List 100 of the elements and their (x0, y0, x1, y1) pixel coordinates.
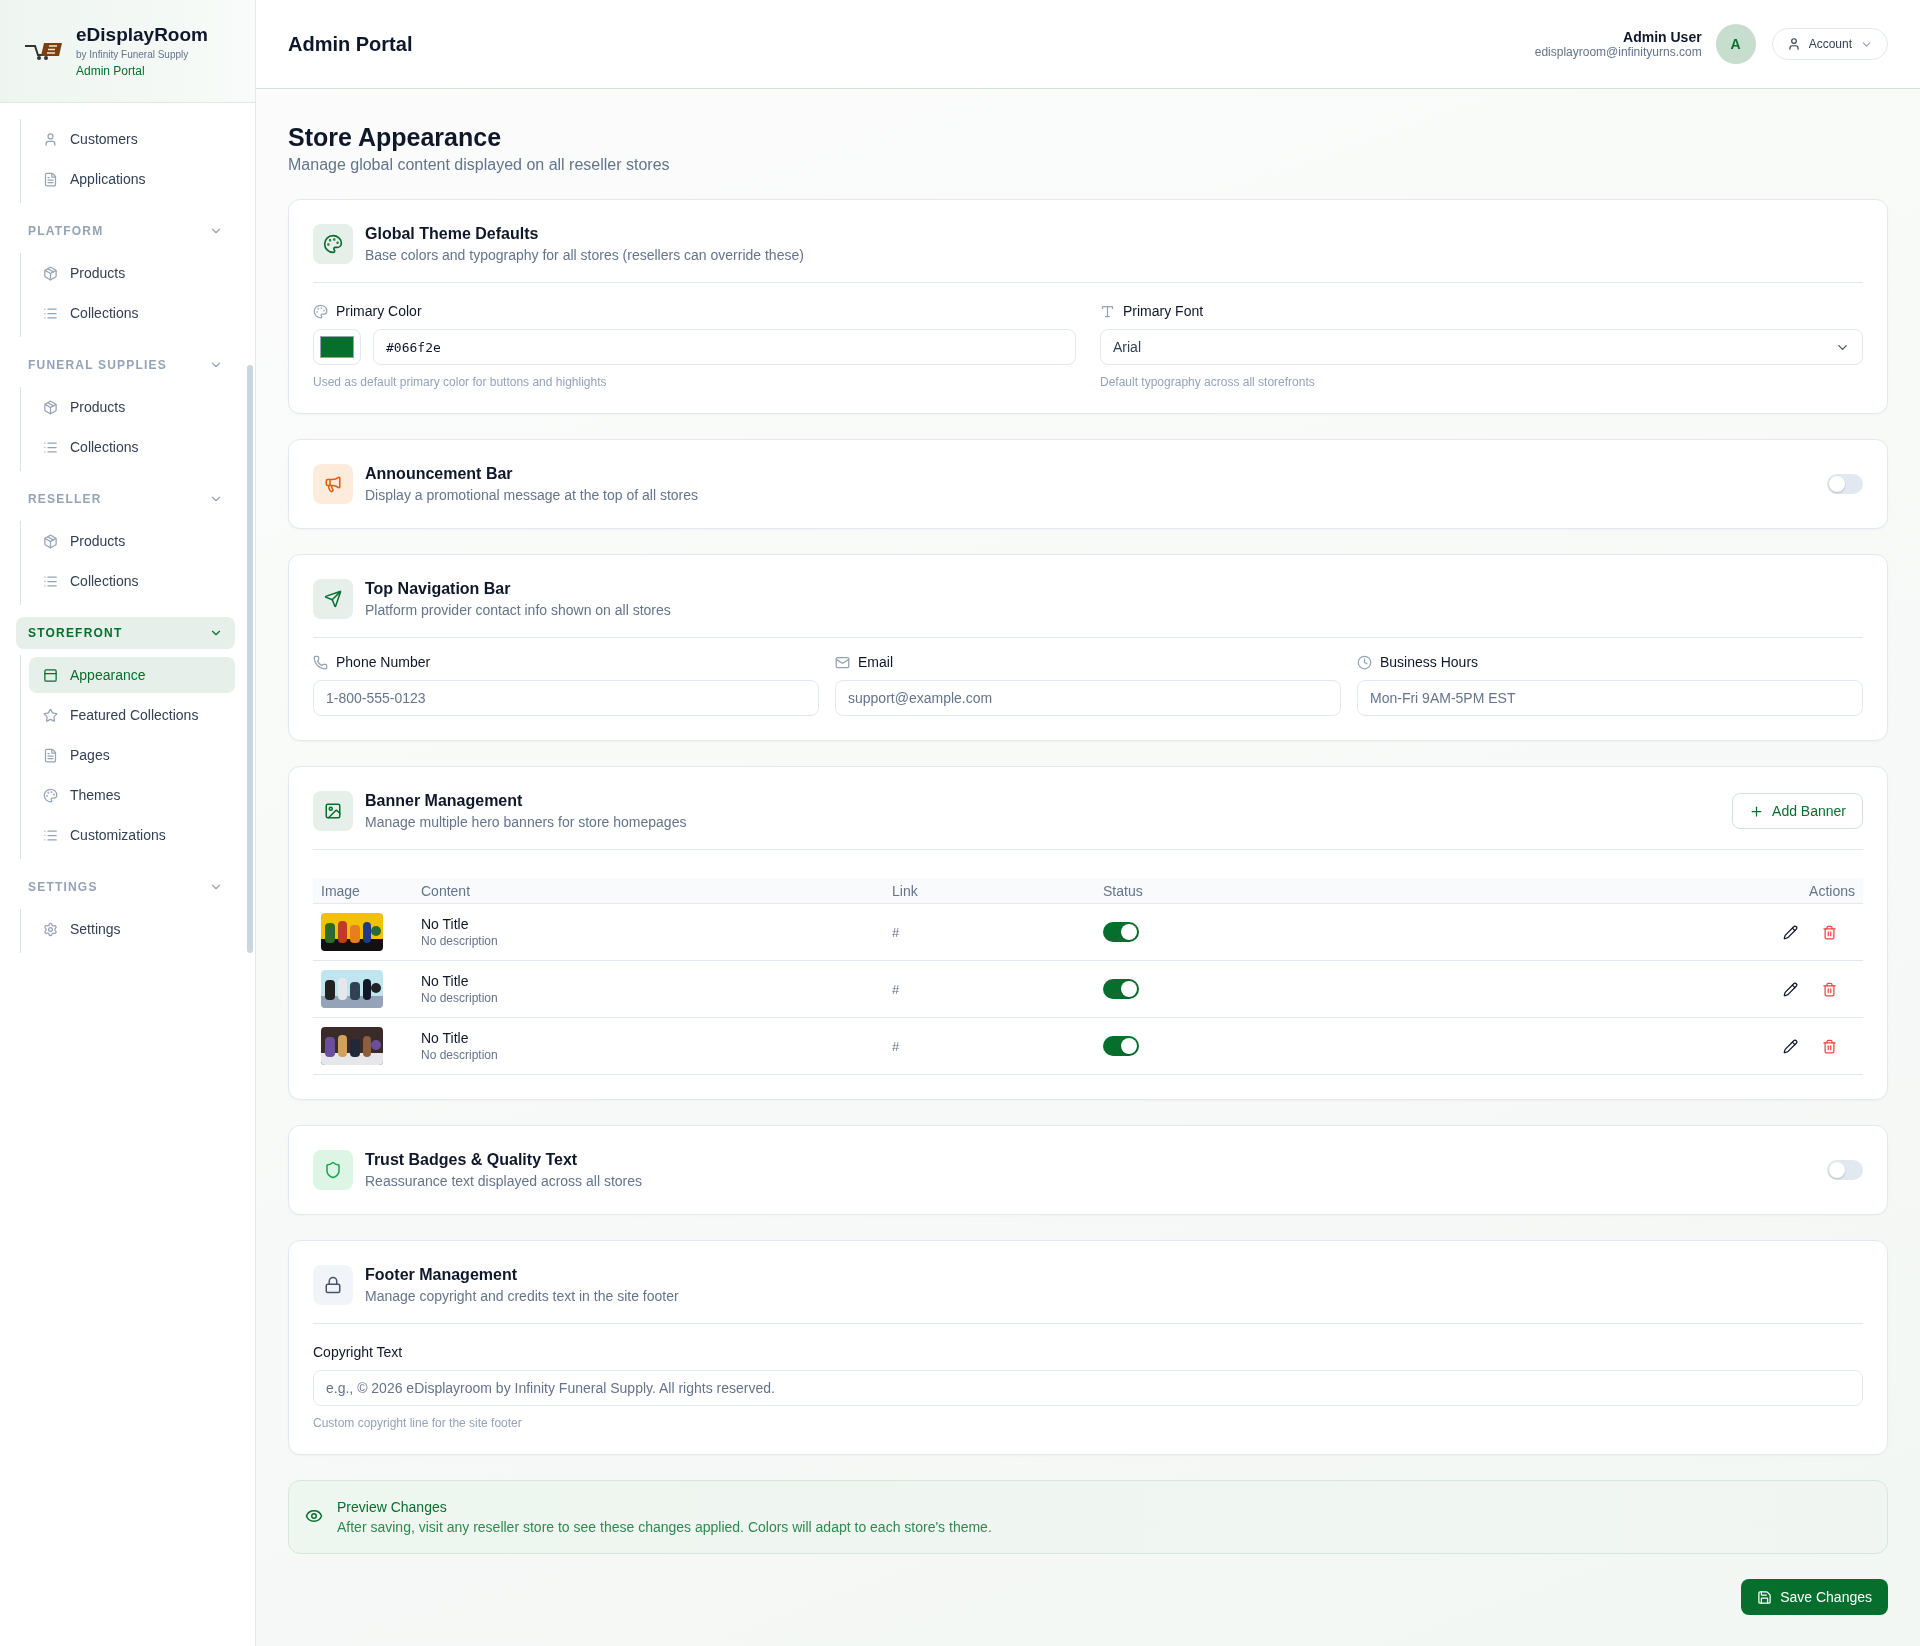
toggle-switch[interactable] (1103, 1036, 1139, 1056)
card-description: Display a promotional message at the top of all stores (365, 487, 700, 503)
section-header[interactable]: STOREFRONT (16, 617, 235, 649)
list-icon (43, 573, 58, 589)
lock-icon (313, 1265, 353, 1305)
card-title: Announcement Bar (365, 465, 514, 483)
nav-item[interactable]: Products (29, 255, 235, 291)
column-header: Content (421, 882, 472, 899)
nav-item[interactable]: Collections (29, 295, 235, 331)
document-icon (43, 171, 58, 187)
color-picker[interactable] (313, 329, 361, 365)
save-icon (1757, 1589, 1773, 1605)
notice-title: Preview Changes (337, 1499, 448, 1515)
account-button[interactable]: Account (1771, 28, 1888, 60)
shield-icon (313, 1150, 353, 1190)
toggle-switch[interactable] (1827, 474, 1863, 494)
input-field[interactable]: Mon-Fri 9AM-5PM EST (1357, 680, 1863, 716)
phone-icon (313, 654, 328, 670)
mail-icon (835, 654, 850, 670)
banner-description: No description (421, 1048, 499, 1062)
user-icon (43, 131, 58, 147)
clock-icon (1357, 654, 1372, 670)
list-icon (43, 827, 58, 843)
add-banner-button[interactable]: Add Banner (1732, 793, 1863, 829)
nav-item[interactable]: Pages (29, 737, 235, 773)
gear-icon (43, 921, 58, 937)
card-description: Platform provider contact info shown on all stores (365, 602, 672, 618)
column-header: Link (892, 882, 919, 899)
nav-item[interactable]: Applications (29, 161, 235, 197)
user-name: Admin User (1623, 29, 1702, 45)
page-title: Store Appearance (288, 123, 503, 152)
toggle-switch[interactable] (1827, 1160, 1863, 1180)
page-subtitle: Manage global content displayed on all reseller stores (288, 156, 671, 174)
nav-item[interactable]: Collections (29, 563, 235, 599)
input-field[interactable]: support@example.com (835, 680, 1341, 716)
palette-icon (313, 224, 353, 264)
font-select[interactable]: Arial (1100, 329, 1863, 365)
portal-label: Admin Portal (76, 64, 146, 78)
nav-item[interactable]: Customizations (29, 817, 235, 853)
nav-item[interactable]: Products (29, 389, 235, 425)
nav-item[interactable]: Collections (29, 429, 235, 465)
layout-icon (43, 667, 58, 683)
nav-item[interactable]: Themes (29, 777, 235, 813)
banner-title: No Title (421, 1030, 470, 1046)
column-header: Image (321, 882, 361, 899)
input-field[interactable]: 1-800-555-0123 (313, 680, 819, 716)
list-icon (43, 305, 58, 321)
avatar[interactable]: A (1715, 24, 1756, 64)
document-icon (43, 747, 58, 763)
card-description: Reassurance text displayed across all stores (365, 1173, 644, 1189)
card-title: Top Navigation Bar (365, 580, 512, 598)
eye-icon (305, 1507, 323, 1525)
nav-item[interactable]: Appearance (29, 657, 235, 693)
brand-name: eDisplayRoom (76, 24, 208, 46)
field-label: Business Hours (1380, 654, 1479, 670)
nav-item[interactable]: Settings (29, 911, 235, 947)
nav-item[interactable]: Products (29, 523, 235, 559)
user-email: edisplayroom@infinityurns.com (1534, 45, 1702, 59)
field-hint: Default typography across all storefronts (1100, 375, 1316, 389)
color-field[interactable]: #066f2e (373, 329, 1076, 365)
scrollbar[interactable] (247, 365, 253, 953)
toggle-switch[interactable] (1103, 979, 1139, 999)
banner-title: No Title (421, 973, 470, 989)
column-header: Status (1103, 882, 1144, 899)
box-icon (43, 533, 58, 549)
card-description: Base colors and typography for all stores (resellers can override these) (365, 247, 805, 263)
notice-text: After saving, visit any reseller store to see these changes applied. Colors will adapt to each store's theme. (337, 1519, 992, 1535)
card-description: Manage copyright and credits text in the site footer (365, 1288, 680, 1304)
card-description: Manage multiple hero banners for store homepages (365, 814, 688, 830)
field-label: Primary Color (336, 303, 422, 319)
column-header: Actions (1808, 882, 1855, 899)
save-button[interactable]: Save Changes (1741, 1579, 1888, 1615)
palette-icon (313, 303, 328, 319)
banner-title: No Title (421, 916, 470, 932)
box-icon (43, 399, 58, 415)
field-hint: Custom copyright line for the site footer (313, 1416, 523, 1430)
card-title: Global Theme Defaults (365, 225, 540, 243)
toggle-switch[interactable] (1103, 922, 1139, 942)
field-hint: Used as default primary color for buttons and highlights (313, 375, 608, 389)
brand-tagline: by Infinity Funeral Supply (76, 49, 190, 60)
banner-description: No description (421, 991, 499, 1005)
nav-item[interactable]: Customers (29, 121, 235, 157)
star-icon (43, 707, 58, 723)
card-title: Banner Management (365, 792, 524, 810)
header-title: Admin Portal (288, 32, 413, 56)
banner-description: No description (421, 934, 499, 948)
megaphone-icon (313, 464, 353, 504)
field-label: Phone Number (336, 654, 431, 670)
send-icon (313, 579, 353, 619)
field-label: Copyright Text (313, 1344, 404, 1360)
user-icon (1786, 37, 1801, 51)
logo-icon (24, 41, 64, 61)
field-label: Primary Font (1123, 303, 1204, 319)
nav-item[interactable]: Featured Collections (29, 697, 235, 733)
card-title: Trust Badges & Quality Text (365, 1151, 579, 1169)
box-icon (43, 265, 58, 281)
palette-icon (43, 787, 58, 803)
text-icon (1100, 303, 1115, 319)
input-field[interactable]: e.g., © 2026 eDisplayroom by Infinity Funeral Supply. All rights reserved. (313, 1370, 1863, 1406)
field-label: Email (858, 654, 893, 670)
